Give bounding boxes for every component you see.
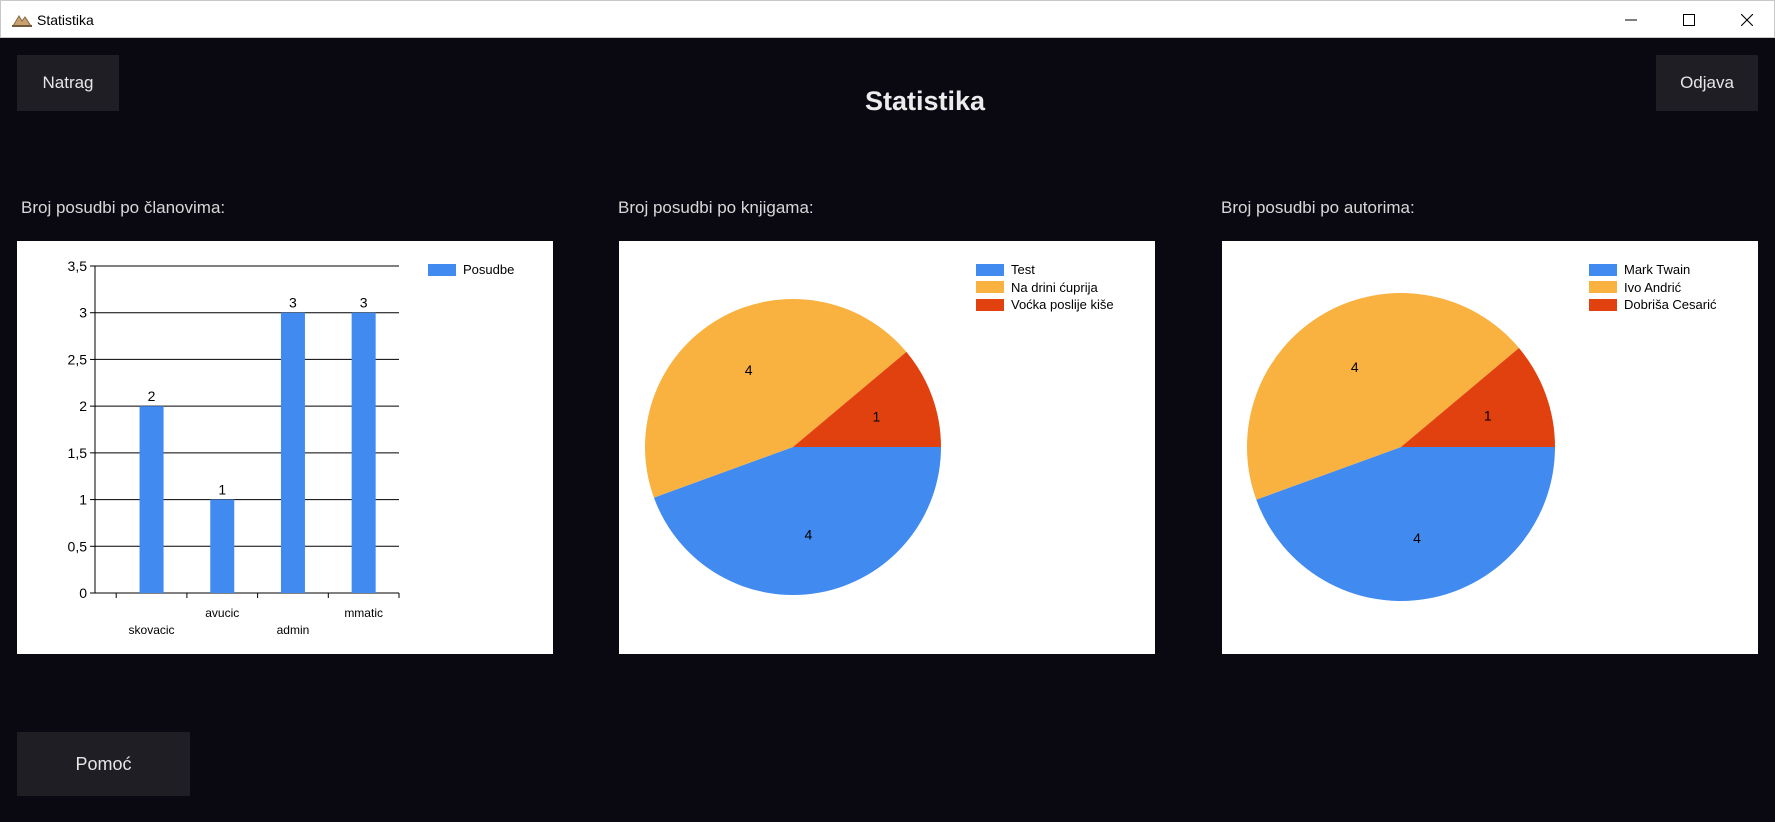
bar-data-label: 2	[148, 388, 156, 404]
y-tick-label: 3	[79, 305, 87, 321]
app-icon	[11, 12, 33, 28]
x-category-label: mmatic	[344, 606, 383, 620]
books-chart-label: Broj posudbi po knjigama:	[618, 198, 814, 217]
x-category-label: skovacic	[129, 623, 175, 637]
legend-swatch	[976, 281, 1004, 294]
members-chart-legend: Posudbe	[428, 261, 514, 279]
bar-skovacic	[139, 406, 164, 593]
y-tick-label: 2,5	[68, 351, 88, 367]
legend-item-dobrisa-cesaric: Dobriša Cesarić	[1589, 296, 1716, 314]
bar-data-label: 3	[360, 295, 368, 311]
pie-data-label: 4	[1351, 359, 1359, 375]
legend-item-vocka-poslije-kise: Voćka poslije kiše	[976, 296, 1114, 314]
legend-item-na-drini-cuprija: Na drini ćuprija	[976, 279, 1114, 297]
y-tick-label: 2	[79, 398, 87, 414]
bar-avucic	[210, 499, 235, 593]
page-title: Statistika	[864, 86, 986, 116]
minimize-icon[interactable]	[1602, 1, 1660, 39]
y-tick-label: 3,5	[68, 258, 88, 274]
legend-swatch	[1589, 263, 1617, 276]
close-icon[interactable]	[1718, 1, 1775, 39]
legend-item-test: Test	[976, 261, 1114, 279]
legend-swatch	[976, 263, 1004, 276]
bar-data-label: 3	[289, 295, 297, 311]
bar-admin	[280, 312, 305, 593]
authors-pie-chart: 4 4 1 Mark Twain Ivo Andrić Dobriša Cesari…	[1222, 241, 1758, 654]
window-title-bar: Statistika	[0, 0, 1775, 38]
pie-data-label: 1	[873, 409, 881, 425]
legend-swatch	[976, 298, 1004, 311]
legend-item-mark-twain: Mark Twain	[1589, 261, 1716, 279]
pie-data-label: 4	[745, 362, 753, 378]
y-tick-label: 1,5	[68, 445, 88, 461]
legend-swatch	[428, 263, 456, 276]
pie-data-label: 4	[1413, 530, 1421, 546]
window-title: Statistika	[37, 12, 94, 28]
legend-item-ivo-andric: Ivo Andrić	[1589, 279, 1716, 297]
legend-swatch	[1589, 298, 1617, 311]
legend-label: Voćka poslije kiše	[1011, 297, 1114, 313]
members-bar-chart: 0 0,5 1 1,5 2 2,5 3 3,5 2 skovacic 1 avucic 3 admin 3 m…	[17, 241, 553, 654]
help-button[interactable]: Pomoć	[17, 732, 190, 796]
legend-label: Na drini ćuprija	[1011, 279, 1098, 295]
bar-mmatic	[351, 312, 376, 593]
authors-chart-label: Broj posudbi po autorima:	[1221, 198, 1415, 217]
members-bar-chart-svg: 0 0,5 1 1,5 2 2,5 3 3,5 2 skovacic 1 avucic 3 admin 3 m…	[68, 258, 400, 637]
pie-data-label: 1	[1484, 407, 1492, 423]
main-window: Natrag Statistika Odjava Broj posudbi po…	[0, 38, 1775, 822]
legend-label: Dobriša Cesarić	[1624, 297, 1717, 313]
legend-label: Ivo Andrić	[1624, 279, 1682, 295]
legend-label: Test	[1011, 262, 1035, 278]
books-chart-legend: Test Na drini ćuprija Voćka poslije kiše	[976, 261, 1114, 314]
y-tick-label: 0	[79, 585, 87, 601]
x-category-label: admin	[277, 623, 310, 637]
legend-item-posudbe: Posudbe	[428, 261, 514, 279]
x-category-label: avucic	[205, 606, 239, 620]
y-tick-label: 0,5	[68, 538, 88, 554]
y-tick-label: 1	[79, 492, 87, 508]
pie-data-label: 4	[805, 526, 813, 542]
books-pie-chart: 4 4 1 Test Na drini ćuprija Voćka poslije …	[619, 241, 1155, 654]
members-chart-label: Broj posudbi po članovima:	[21, 198, 226, 217]
authors-chart-legend: Mark Twain Ivo Andrić Dobriša Cesarić	[1589, 261, 1716, 314]
legend-swatch	[1589, 281, 1617, 294]
logout-button[interactable]: Odjava	[1656, 55, 1758, 111]
bar-data-label: 1	[218, 482, 226, 498]
maximize-icon[interactable]	[1660, 1, 1718, 39]
legend-label: Mark Twain	[1624, 262, 1691, 278]
legend-label: Posudbe	[463, 262, 515, 278]
